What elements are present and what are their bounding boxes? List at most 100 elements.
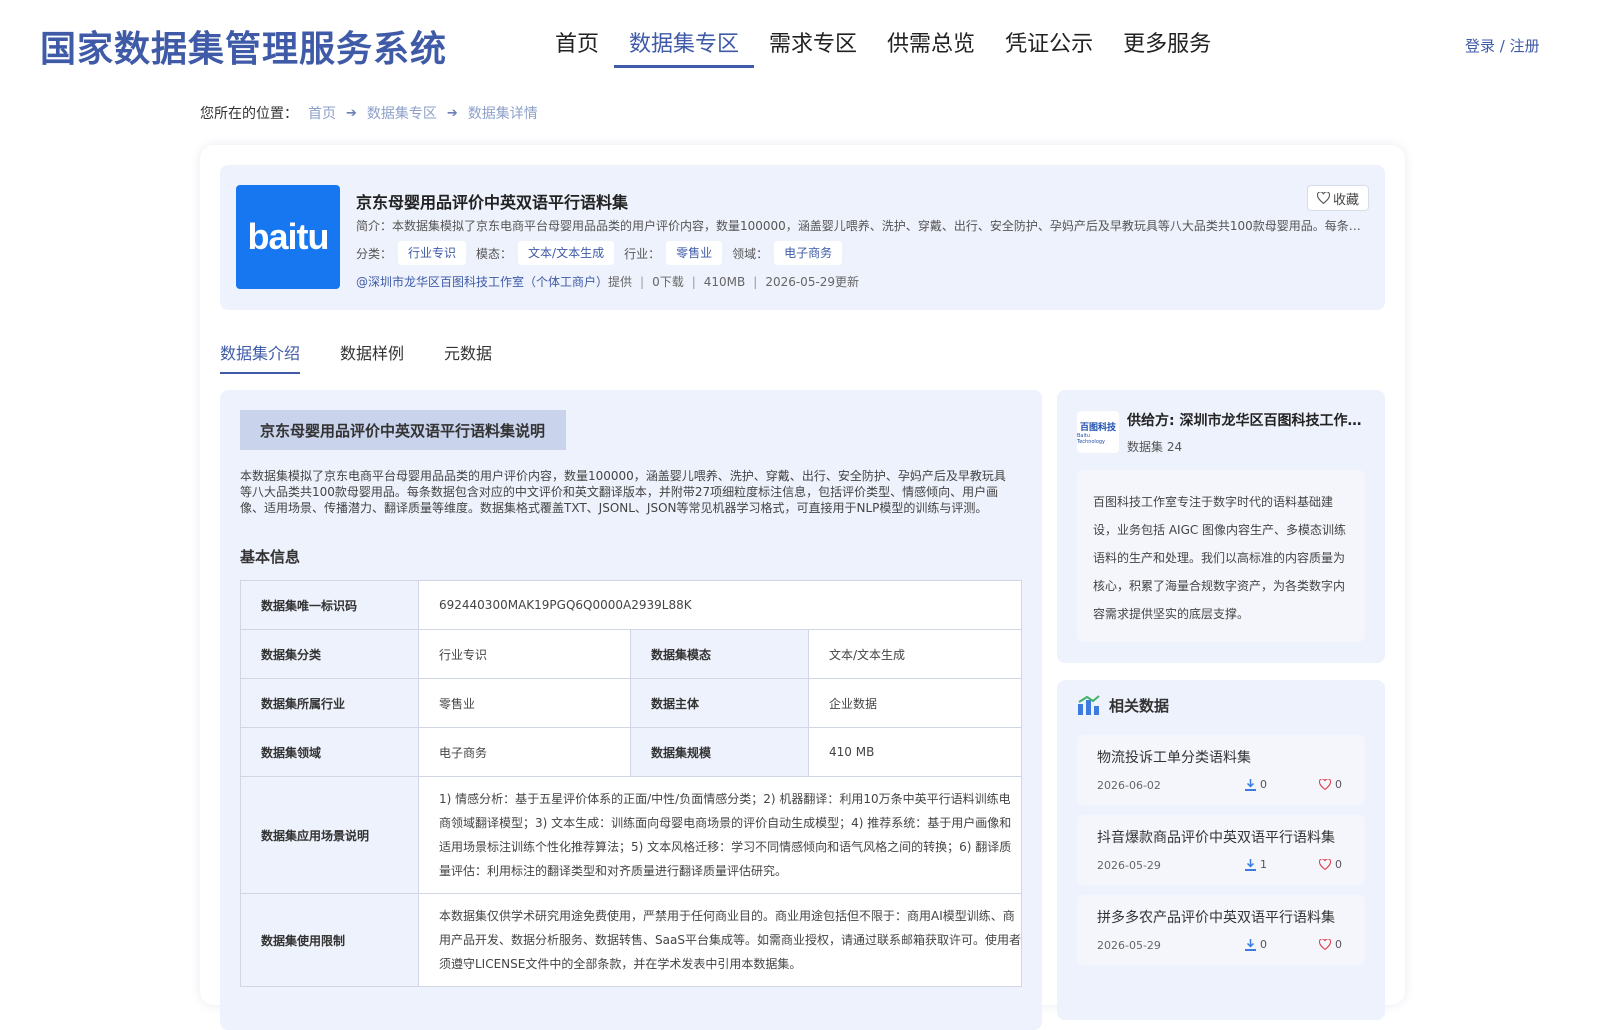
provider-description: 百图科技工作室专注于数字时代的语料基础建设，业务包括 AIGC 图像内容生产、多… bbox=[1077, 470, 1365, 642]
introduction-panel: 京东母婴用品评价中英双语平行语料集说明 本数据集模拟了京东电商平台母婴用品品类的… bbox=[220, 390, 1042, 1030]
basic-info-table: 数据集唯一标识码 692440300MAK19PGQ6Q0000A2939L88… bbox=[240, 580, 1022, 987]
related-header: 相关数据 bbox=[1077, 694, 1169, 716]
table-cell: 零售业 bbox=[418, 678, 631, 728]
related-date: 2026-05-29 bbox=[1097, 859, 1161, 872]
tab-samples[interactable]: 数据样例 bbox=[340, 340, 404, 374]
table-row: 数据集应用场景说明 1) 情感分析：基于五星评价体系的正面/中性/负面情感分类；… bbox=[240, 776, 1022, 894]
table-header-cell: 数据主体 bbox=[630, 678, 809, 728]
provider-link[interactable]: @深圳市龙华区百图科技工作室（个体工商户） bbox=[356, 273, 608, 290]
table-header-cell: 数据集模态 bbox=[630, 629, 809, 679]
collect-button[interactable]: 收藏 bbox=[1307, 185, 1369, 211]
dataset-intro: 简介：本数据集模拟了京东电商平台母婴用品品类的用户评价内容，数量100000，涵… bbox=[356, 219, 1366, 233]
related-downloads: 1 bbox=[1245, 858, 1267, 871]
provided-label: 提供 bbox=[608, 275, 633, 289]
dataset-description: 本数据集模拟了京东电商平台母婴用品品类的用户评价内容，数量100000，涵盖婴儿… bbox=[240, 469, 1006, 515]
site-title[interactable]: 国家数据集管理服务系统 bbox=[40, 20, 447, 72]
main-nav: 首页 数据集专区 需求专区 供需总览 凭证公示 更多服务 bbox=[540, 28, 1226, 68]
tag-label-domain: 领域： bbox=[732, 246, 769, 261]
table-row: 数据集使用限制 本数据集仅供学术研究用途免费使用，严禁用于任何商业目的。商业用途… bbox=[240, 893, 1022, 987]
baitu-logo-text: baitu bbox=[247, 216, 330, 257]
update-date: 2026-05-29更新 bbox=[765, 275, 860, 289]
tag-label-industry: 行业： bbox=[624, 246, 661, 261]
meta-divider: | bbox=[691, 274, 696, 289]
table-header-cell: 数据集规模 bbox=[630, 727, 809, 777]
tag-category[interactable]: 行业专识 bbox=[398, 241, 467, 265]
like-count: 0 bbox=[1335, 938, 1342, 951]
table-cell: 410 MB bbox=[808, 727, 1022, 777]
download-icon bbox=[1245, 778, 1256, 791]
heart-outline-icon bbox=[1319, 939, 1331, 950]
provider-card: 百图科技 Baitu Technology 供给方: 深圳市龙华区百图科技工作室… bbox=[1057, 390, 1385, 663]
like-count: 0 bbox=[1335, 778, 1342, 791]
tag-label-modality: 模态： bbox=[476, 246, 513, 261]
list-item[interactable]: 物流投诉工单分类语料集 2026-06-02 0 0 bbox=[1077, 735, 1365, 805]
table-header-cell: 数据集应用场景说明 bbox=[240, 776, 419, 894]
meta-divider: | bbox=[640, 274, 645, 289]
tag-industry[interactable]: 零售业 bbox=[666, 241, 723, 265]
table-cell: 文本/文本生成 bbox=[808, 629, 1022, 679]
related-name[interactable]: 拼多多农产品评价中英双语平行语料集 bbox=[1097, 907, 1335, 927]
table-row: 数据集分类 行业专识 数据集模态 文本/文本生成 bbox=[240, 629, 1022, 679]
breadcrumb-label: 您所在的位置： bbox=[200, 106, 298, 122]
tab-introduction[interactable]: 数据集介绍 bbox=[220, 340, 301, 374]
bar-chart-icon bbox=[1078, 695, 1100, 715]
download-count: 0 bbox=[1260, 938, 1267, 951]
nav-item-home[interactable]: 首页 bbox=[540, 28, 614, 68]
related-name[interactable]: 物流投诉工单分类语料集 bbox=[1097, 747, 1251, 767]
dataset-title: 京东母婴用品评价中英双语平行语料集 bbox=[356, 193, 629, 212]
list-item[interactable]: 抖音爆款商品评价中英双语平行语料集 2026-05-29 1 0 bbox=[1077, 815, 1365, 885]
download-icon bbox=[1245, 938, 1256, 951]
download-count: 0 bbox=[1260, 778, 1267, 791]
list-item[interactable]: 拼多多农产品评价中英双语平行语料集 2026-05-29 0 0 bbox=[1077, 895, 1365, 965]
heart-outline-icon bbox=[1319, 779, 1331, 790]
nav-item-datasets[interactable]: 数据集专区 bbox=[614, 28, 755, 68]
tab-metadata[interactable]: 元数据 bbox=[444, 340, 492, 374]
related-name[interactable]: 抖音爆款商品评价中英双语平行语料集 bbox=[1097, 827, 1335, 847]
download-count: 0下载 bbox=[652, 275, 684, 289]
tag-domain[interactable]: 电子商务 bbox=[774, 241, 843, 265]
nav-item-certificates[interactable]: 凭证公示 bbox=[990, 28, 1108, 68]
table-cell: 本数据集仅供学术研究用途免费使用，严禁用于任何商业目的。商业用途包括但不限于：商… bbox=[418, 893, 1022, 987]
table-header-cell: 数据集所属行业 bbox=[240, 678, 419, 728]
provider-logo-en: Baitu Technology bbox=[1077, 432, 1106, 445]
download-icon bbox=[1245, 858, 1256, 871]
meta-divider: | bbox=[753, 274, 758, 289]
detail-tabs: 数据集介绍 数据样例 元数据 bbox=[220, 340, 532, 374]
table-cell: 1) 情感分析：基于五星评价体系的正面/中性/负面情感分类；2) 机器翻译：利用… bbox=[418, 776, 1022, 894]
table-cell: 行业专识 bbox=[418, 629, 631, 679]
breadcrumb-detail: 数据集详情 bbox=[467, 106, 538, 122]
dataset-summary-panel: baitu 京东母婴用品评价中英双语平行语料集 简介：本数据集模拟了京东电商平台… bbox=[220, 165, 1385, 310]
site-header: 国家数据集管理服务系统 首页 数据集专区 需求专区 供需总览 凭证公示 更多服务… bbox=[0, 0, 1600, 90]
table-header-cell: 数据集分类 bbox=[240, 629, 419, 679]
provider-name[interactable]: 供给方: 深圳市龙华区百图科技工作室（个体工商户） bbox=[1127, 410, 1367, 430]
dataset-tags: 分类： 行业专识 模态： 文本/文本生成 行业： 零售业 领域： 电子商务 bbox=[356, 241, 852, 265]
login-register-link[interactable]: 登录 / 注册 bbox=[1465, 35, 1540, 56]
heart-outline-icon bbox=[1319, 859, 1331, 870]
nav-item-more[interactable]: 更多服务 bbox=[1108, 28, 1226, 68]
tag-modality[interactable]: 文本/文本生成 bbox=[518, 241, 615, 265]
table-header-cell: 数据集领域 bbox=[240, 727, 419, 777]
heart-outline-icon bbox=[1316, 192, 1330, 204]
dataset-size: 410MB bbox=[703, 274, 746, 289]
table-header-cell: 数据集使用限制 bbox=[240, 893, 419, 987]
table-row: 数据集所属行业 零售业 数据主体 企业数据 bbox=[240, 678, 1022, 728]
provider-dataset-count: 数据集 24 bbox=[1127, 440, 1183, 454]
provider-logo-cn: 百图科技 bbox=[1079, 422, 1116, 433]
related-likes: 0 bbox=[1319, 938, 1342, 951]
breadcrumb-home[interactable]: 首页 bbox=[308, 103, 336, 123]
provider-logo[interactable]: 百图科技 Baitu Technology bbox=[1077, 411, 1119, 453]
nav-item-overview[interactable]: 供需总览 bbox=[872, 28, 990, 68]
collect-label: 收藏 bbox=[1332, 192, 1359, 208]
breadcrumb-datasets[interactable]: 数据集专区 bbox=[367, 103, 437, 123]
related-date: 2026-06-02 bbox=[1097, 779, 1161, 792]
related-datasets-card: 相关数据 物流投诉工单分类语料集 2026-06-02 0 0 抖音爆款商品评价… bbox=[1057, 680, 1385, 1020]
table-row: 数据集领域 电子商务 数据集规模 410 MB bbox=[240, 727, 1022, 777]
breadcrumb: 您所在的位置： 首页 ➔ 数据集专区 ➔ 数据集详情 bbox=[200, 103, 538, 123]
section-heading: 京东母婴用品评价中英双语平行语料集说明 bbox=[240, 410, 566, 450]
arrow-right-icon: ➔ bbox=[446, 105, 458, 121]
nav-item-demands[interactable]: 需求专区 bbox=[754, 28, 872, 68]
related-downloads: 0 bbox=[1245, 778, 1267, 791]
table-cell: 企业数据 bbox=[808, 678, 1022, 728]
related-date: 2026-05-29 bbox=[1097, 939, 1161, 952]
related-likes: 0 bbox=[1319, 858, 1342, 871]
